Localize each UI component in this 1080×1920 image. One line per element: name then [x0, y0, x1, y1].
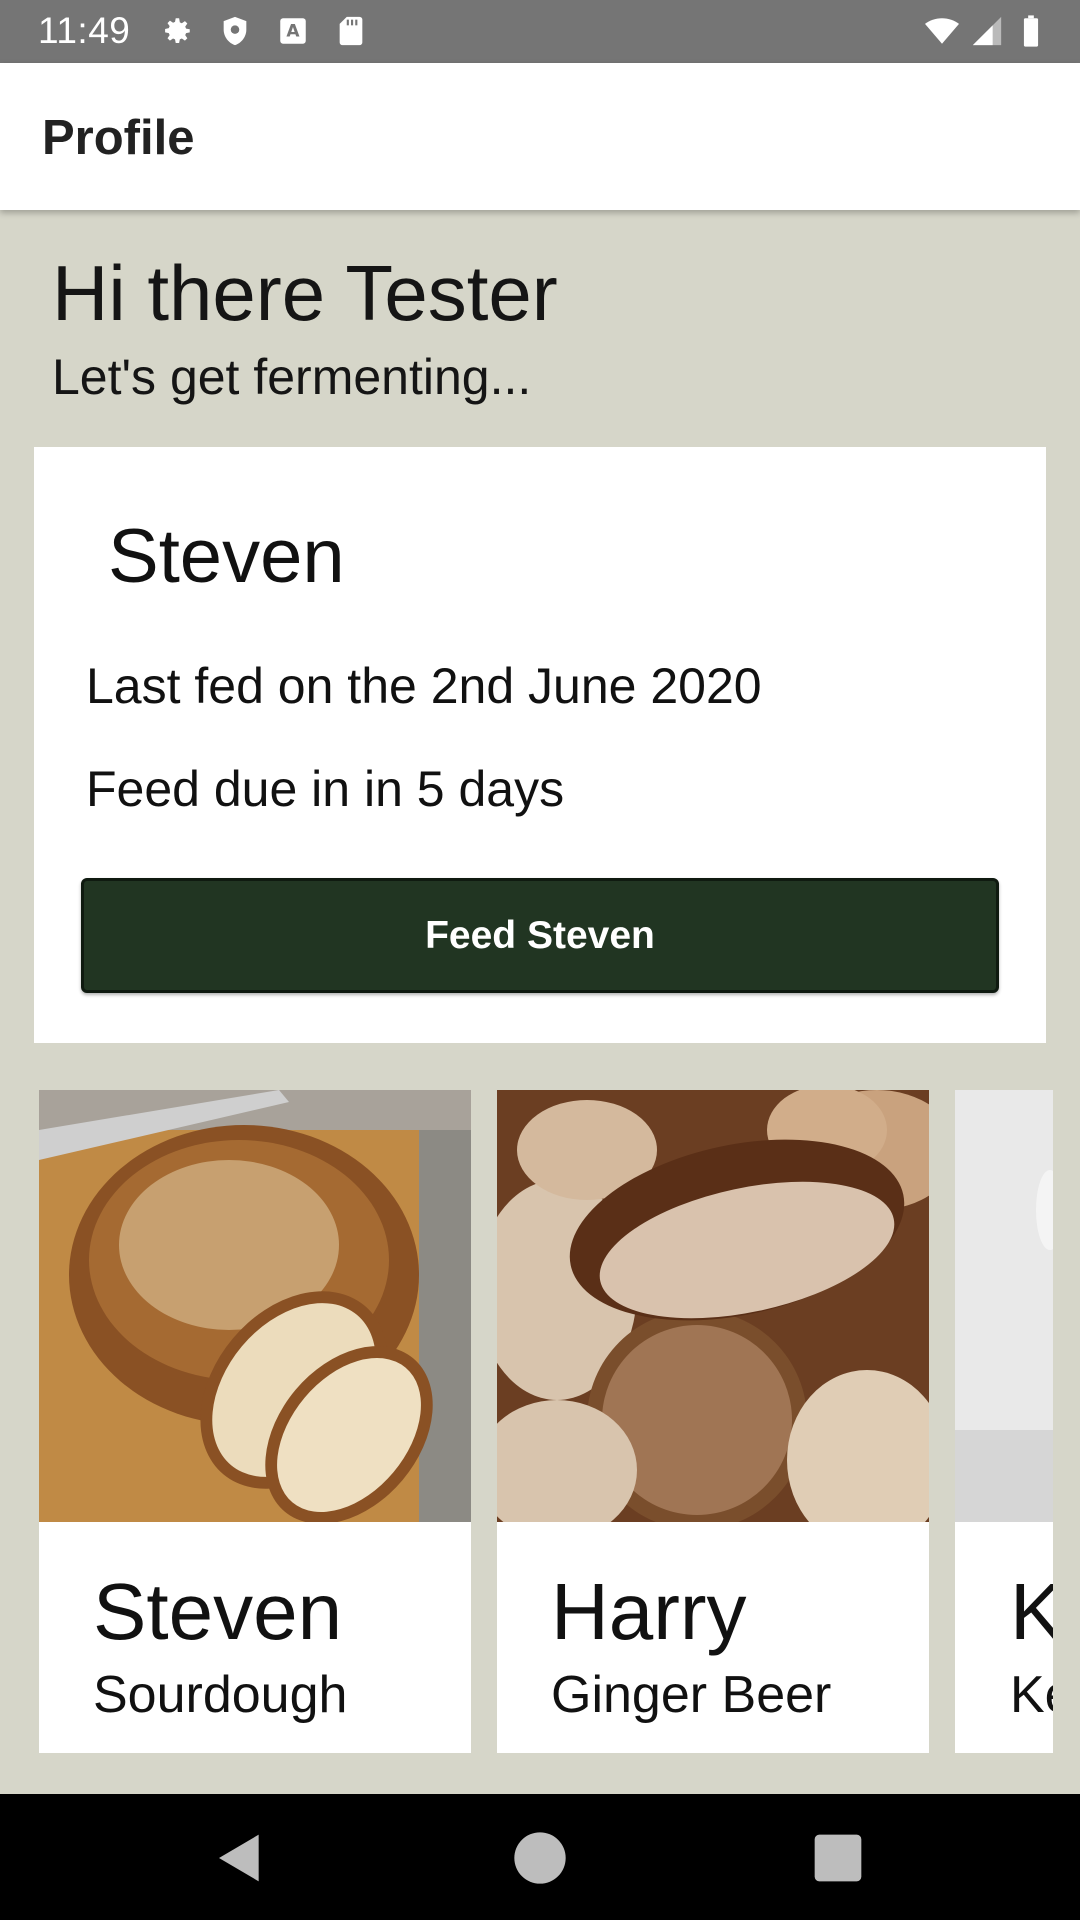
battery-icon — [1023, 15, 1039, 47]
recents-icon[interactable] — [810, 1830, 866, 1886]
ferment-card-type: Sourdough — [93, 1666, 348, 1724]
ferment-card-type: Ke — [1010, 1666, 1053, 1724]
ferment-card-harry[interactable]: Harry Ginger Beer — [497, 1090, 929, 1753]
ferment-card-partial[interactable]: K Ke — [955, 1090, 1053, 1753]
app-bar: Profile — [0, 63, 1080, 210]
feed-due-text: Feed due in in 5 days — [86, 761, 565, 817]
home-icon[interactable] — [512, 1830, 568, 1886]
navigation-bar — [0, 1794, 1080, 1920]
back-icon[interactable] — [212, 1830, 268, 1886]
ferment-card-name: Harry — [551, 1567, 747, 1656]
shield-icon — [223, 16, 247, 46]
feed-button[interactable]: Feed Steven — [81, 878, 999, 993]
gear-icon — [165, 18, 190, 44]
signal-icon — [972, 16, 1002, 46]
ferment-name: Steven — [108, 514, 345, 599]
ferment-card-steven[interactable]: Steven Sourdough — [39, 1090, 471, 1753]
ferment-card-name: K — [1010, 1567, 1053, 1656]
breads-image — [497, 1090, 929, 1522]
status-bar: 11:49 A — [0, 0, 1080, 63]
current-ferment-card: Steven Last fed on the 2nd June 2020 Fee… — [34, 447, 1046, 1043]
page-title: Profile — [42, 111, 195, 165]
ferment-card-type: Ginger Beer — [551, 1666, 832, 1724]
greeting-subtitle: Let's get fermenting... — [52, 349, 532, 405]
sourdough-loaf-image — [39, 1090, 471, 1522]
partial-image — [955, 1090, 1053, 1522]
greeting-title: Hi there Tester — [52, 249, 558, 337]
last-fed-text: Last fed on the 2nd June 2020 — [86, 658, 762, 714]
wifi-icon — [925, 18, 959, 44]
sd-card-icon — [339, 16, 363, 46]
svg-text:A: A — [286, 22, 300, 42]
status-time: 11:49 — [38, 10, 131, 51]
ferment-card-name: Steven — [93, 1567, 343, 1656]
font-a-icon: A — [280, 18, 306, 44]
